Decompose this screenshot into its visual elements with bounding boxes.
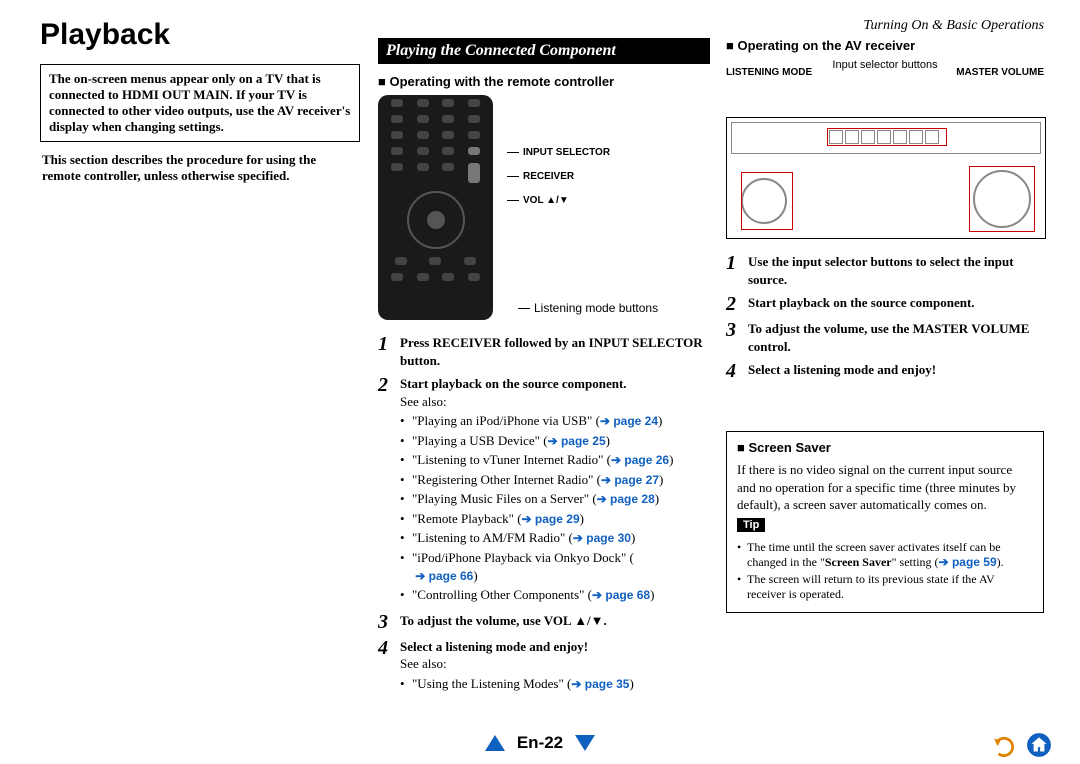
screen-saver-box: Screen Saver If there is no video signal… xyxy=(726,431,1044,613)
column-middle: Playing the Connected Component Operatin… xyxy=(378,38,710,700)
page-link[interactable]: page 59 xyxy=(939,555,997,569)
callout-input-selector: INPUT SELECTOR xyxy=(523,147,610,158)
tip-notes: The time until the screen saver activate… xyxy=(737,540,1033,602)
running-header: Turning On & Basic Operations xyxy=(726,18,1044,34)
callout-listening-mode: Listening mode buttons xyxy=(534,301,658,315)
manual-page: Playback The on-screen menus appear only… xyxy=(0,0,1080,764)
back-icon[interactable] xyxy=(992,732,1018,758)
page-link[interactable]: page 28 xyxy=(597,492,655,506)
page-link[interactable]: page 27 xyxy=(601,473,659,487)
page-number: En-22 xyxy=(517,733,563,753)
prev-page-icon[interactable] xyxy=(485,735,505,751)
page-footer: En-22 xyxy=(0,728,1080,758)
note-text-2: This section describes the procedure for… xyxy=(40,152,360,184)
note-box-1: The on-screen menus appear only on a TV … xyxy=(40,64,360,142)
remote-callouts: INPUT SELECTOR RECEIVER VOL ▲/▼ xyxy=(507,141,610,213)
column-left: Playback The on-screen menus appear only… xyxy=(40,18,360,184)
page-link[interactable]: page 26 xyxy=(611,453,669,467)
receiver-diagram xyxy=(726,117,1046,239)
screensaver-body: If there is no video signal on the curre… xyxy=(737,461,1033,514)
diag-label-lm: LISTENING MODE xyxy=(726,67,812,78)
page-link[interactable]: page 30 xyxy=(573,531,631,545)
screensaver-heading: Screen Saver xyxy=(737,440,1033,455)
see-also-list-1: "Playing an iPod/iPhone via USB" (page 2… xyxy=(400,412,710,603)
section-bar: Playing the Connected Component xyxy=(378,38,710,64)
page-link[interactable]: page 66 xyxy=(415,569,473,583)
tip-label: Tip xyxy=(737,518,765,532)
page-link[interactable]: page 29 xyxy=(522,512,580,526)
diag-label-mv: MASTER VOLUME xyxy=(956,67,1044,78)
subhead-receiver: Operating on the AV receiver xyxy=(726,38,1044,53)
page-link[interactable]: page 68 xyxy=(592,588,650,602)
next-page-icon[interactable] xyxy=(575,735,595,751)
remote-figure: INPUT SELECTOR RECEIVER VOL ▲/▼ Listenin… xyxy=(378,95,710,328)
remote-controller-image xyxy=(378,95,493,320)
page-link[interactable]: page 24 xyxy=(600,414,658,428)
column-right: Turning On & Basic Operations Operating … xyxy=(726,18,1044,613)
subhead-remote: Operating with the remote controller xyxy=(378,74,710,89)
page-link[interactable]: page 25 xyxy=(548,434,606,448)
remote-steps: 1 Press RECEIVER followed by an INPUT SE… xyxy=(378,334,710,694)
home-icon[interactable] xyxy=(1026,732,1052,758)
callout-vol: VOL ▲/▼ xyxy=(523,195,569,206)
page-title: Playback xyxy=(40,18,360,52)
see-also-list-2: "Using the Listening Modes" (page 35) xyxy=(400,675,710,693)
receiver-steps: 1Use the input selector buttons to selec… xyxy=(726,253,1044,381)
callout-receiver: RECEIVER xyxy=(523,171,574,182)
page-link[interactable]: page 35 xyxy=(571,677,629,691)
